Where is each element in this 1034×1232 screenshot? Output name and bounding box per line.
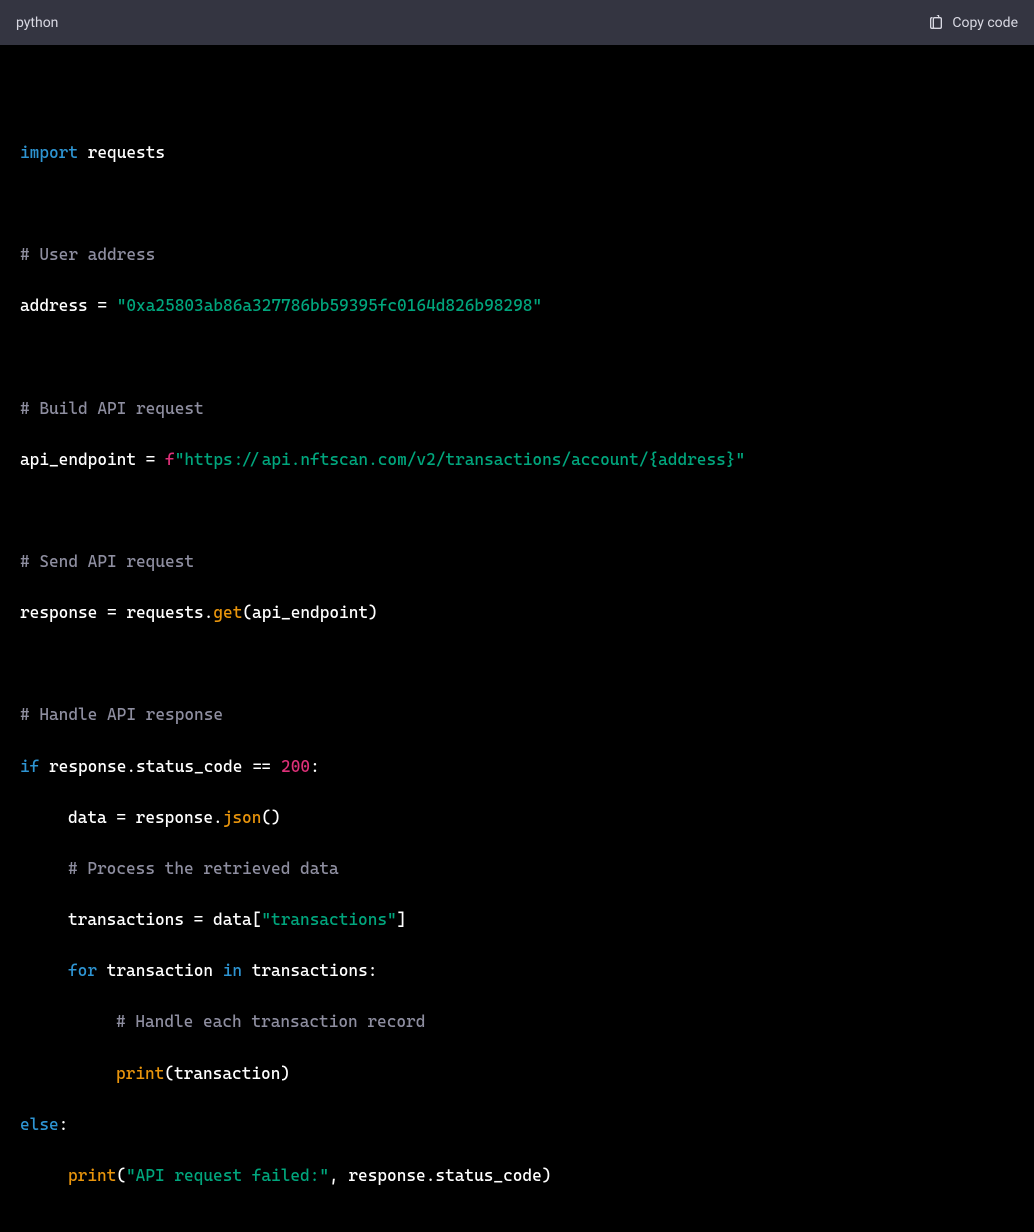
comment: # Handle API response [20,705,223,724]
fstring-brace: { [648,450,658,469]
comment: # Process the retrieved data [68,859,339,878]
function-call: get [213,603,242,622]
assignment: address = [20,296,117,315]
keyword-in: in [223,961,242,980]
copy-code-label: Copy code [952,15,1018,31]
colon: : [310,757,320,776]
builtin-print: print [116,1064,164,1083]
code-text: transactions: [242,961,377,980]
code-line: transactions = data["transactions"] [20,907,1014,933]
code-line: # User address [20,242,1014,268]
paren: ( [116,1166,126,1185]
string-literal: "https://api.nftscan.com/v2/transactions… [175,450,649,469]
module-name: requests [78,143,165,162]
code-line: address = "0xa25803ab86a327786bb59395fc0… [20,293,1014,319]
keyword-for: for [68,961,97,980]
code-text: transaction [97,961,223,980]
code-line: # Handle API response [20,702,1014,728]
string-literal: "API request failed:" [126,1166,329,1185]
code-line: print("API request failed:", response.st… [20,1163,1014,1189]
code-line: ​ [20,191,1014,217]
code-line: # Handle each transaction record [20,1009,1014,1035]
code-text: data = response. [68,808,223,827]
code-line: for transaction in transactions: [20,958,1014,984]
code-text: , response.status_code) [329,1166,551,1185]
code-text: (transaction) [164,1064,290,1083]
code-line: # Process the retrieved data [20,856,1014,882]
code-line: import requests [20,140,1014,166]
language-label: python [16,15,58,31]
code-line: else: [20,1112,1014,1138]
code-text: ] [397,910,407,929]
code-text: transactions = data[ [68,910,261,929]
code-text: (api_endpoint) [242,603,377,622]
clipboard-icon [928,15,944,31]
comment: # Send API request [20,552,194,571]
code-line: response = requests.get(api_endpoint) [20,600,1014,626]
colon: : [59,1115,69,1134]
builtin-print: print [68,1166,116,1185]
code-line: # Build API request [20,396,1014,422]
string-literal: "transactions" [261,910,396,929]
code-text: () [261,808,280,827]
keyword-if: if [20,757,39,776]
fstring-prefix: f [165,450,175,469]
code-header: python Copy code [0,0,1034,45]
code-line: if response.status_code == 200: [20,754,1014,780]
number-literal: 200 [281,757,310,776]
comment: # Handle each transaction record [116,1012,425,1031]
comment: # Build API request [20,399,204,418]
string-literal: " [735,450,745,469]
code-text: response.status_code == [39,757,281,776]
code-text: response = requests. [20,603,213,622]
code-line: # Send API request [20,549,1014,575]
keyword-import: import [20,143,78,162]
code-line: data = response.json() [20,805,1014,831]
function-call: json [223,808,262,827]
string-literal: "0xa25803ab86a327786bb59395fc0164d826b98… [117,296,542,315]
fstring-expression: address [658,450,726,469]
code-line: print(transaction) [20,1061,1014,1087]
code-line: ​ [20,498,1014,524]
copy-code-button[interactable]: Copy code [928,15,1018,31]
code-line: api_endpoint = f"https://api.nftscan.com… [20,447,1014,473]
code-line: ​ [20,89,1014,115]
code-line: ​ [20,344,1014,370]
code-line: ​ [20,651,1014,677]
assignment: api_endpoint = [20,450,165,469]
code-block[interactable]: ​ import requests ​ # User address addre… [0,45,1034,1232]
comment: # User address [20,245,155,264]
keyword-else: else [20,1115,59,1134]
